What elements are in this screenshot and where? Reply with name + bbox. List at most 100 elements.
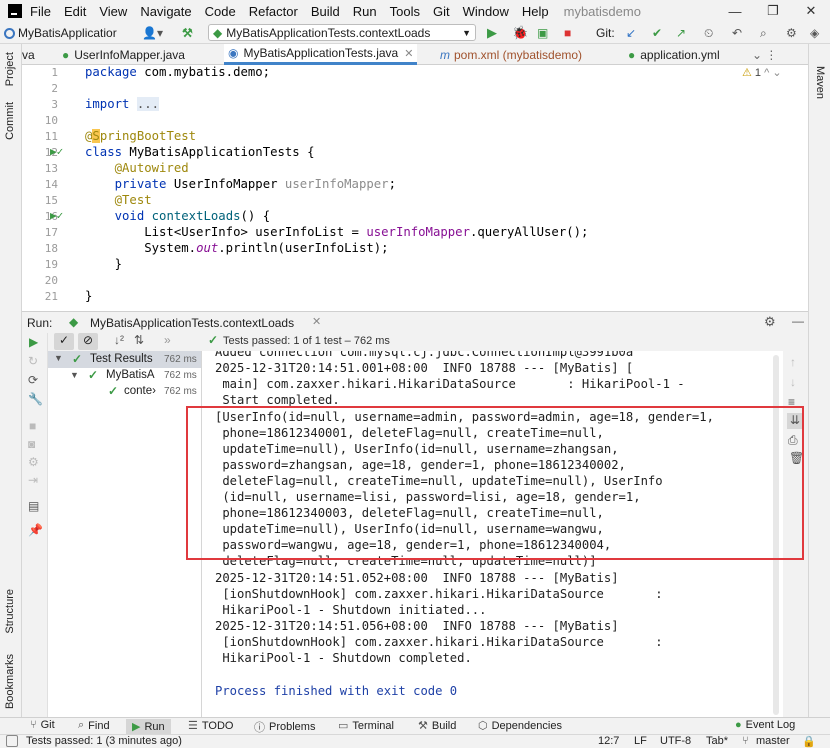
indent-setting[interactable]: Tab* (706, 735, 728, 747)
structure-tool[interactable]: Structure (4, 589, 16, 634)
line-number: 15 (44, 194, 58, 207)
minimize-button[interactable]: — (722, 0, 748, 22)
menu-run[interactable]: Run (353, 4, 377, 19)
git-update-icon[interactable]: ↙ (626, 25, 636, 41)
show-ignored-icon[interactable]: ⊘ (78, 333, 98, 350)
pin-icon[interactable]: 📌 (28, 523, 43, 537)
menu-refactor[interactable]: Refactor (249, 4, 298, 19)
toggle-auto-test-icon[interactable]: ⟳ (28, 373, 38, 387)
dependencies-tool-button[interactable]: ⬡ Dependencies (478, 719, 562, 733)
stop-icon[interactable]: ■ (29, 419, 36, 433)
git-commit-icon[interactable]: ✔ (652, 25, 662, 41)
code-editor[interactable]: 1 package com.mybatis.demo; 2 3 import .… (22, 65, 808, 310)
line-number: 2 (51, 82, 58, 95)
exit-icon[interactable]: ⇥ (28, 473, 38, 487)
rerun-icon[interactable]: ▶ (29, 335, 38, 349)
stop-icon[interactable]: ■ (564, 25, 571, 41)
console-line: Start completed. (215, 393, 340, 407)
tab-overflow-icon[interactable]: ⌄ ⋮ (752, 44, 777, 65)
minimize-panel-icon[interactable]: — (792, 314, 804, 328)
file-encoding[interactable]: UTF-8 (660, 735, 691, 747)
maximize-button[interactable]: ❐ (760, 0, 786, 22)
coverage-icon[interactable]: ▣ (537, 25, 548, 41)
menu-code[interactable]: Code (205, 4, 236, 19)
run-method-gutter-icon[interactable]: ▶✓ (50, 209, 63, 222)
camera-icon[interactable]: ◙ (28, 437, 35, 451)
run-tab-title[interactable]: MyBatisApplicationTests.contextLoads (90, 316, 294, 330)
menu-view[interactable]: View (99, 4, 127, 19)
menu-file[interactable]: File (30, 4, 51, 19)
user-icon[interactable]: 👤▾ (142, 25, 163, 41)
close-tab-icon[interactable]: ✕ (404, 47, 413, 60)
git-branch[interactable]: master (756, 735, 790, 747)
run-side-icons: ▶ ↻ ⟳ 🔧 ■ ◙ ⚙ ⇥ ▤ 📌 (22, 333, 48, 717)
plugin-icon[interactable]: ◈ (810, 25, 819, 41)
tree-item-label[interactable]: MyBatisA (106, 369, 155, 381)
dump-threads-icon[interactable]: ⚙ (28, 455, 39, 469)
console-line: Added connection com.mysql.cj.jdbc.Conne… (215, 351, 634, 359)
chevron-down-icon[interactable]: ▼ (70, 370, 79, 380)
tab-mybatisapplicationtests[interactable]: ◉ MyBatisApplicationTests.java ✕ (224, 44, 418, 65)
search-icon[interactable]: ⌕ (760, 25, 767, 41)
project-selector[interactable]: MyBatisApplicatior (4, 25, 117, 41)
tree-item-label[interactable]: Test Results (90, 353, 153, 365)
menu-navigate[interactable]: Navigate (140, 4, 191, 19)
problems-tool-button[interactable]: ⓘ Problems (254, 719, 315, 735)
bookmarks-tool[interactable]: Bookmarks (4, 654, 16, 709)
cursor-position[interactable]: 12:7 (598, 735, 619, 747)
event-log-tool-button[interactable]: ● Event Log (735, 719, 795, 731)
warning-icon[interactable]: ⚠ 1 ^ ⌄ (742, 66, 782, 79)
git-push-icon[interactable]: ↗ (676, 25, 686, 41)
menu-tools[interactable]: Tools (390, 4, 420, 19)
run-icon: ▶ (132, 721, 141, 733)
sort-duration-icon[interactable]: ⇅ (134, 333, 144, 347)
line-separator[interactable]: LF (634, 735, 647, 747)
layout-icon[interactable]: ▤ (28, 499, 39, 513)
find-tool-button[interactable]: ⌕ Find (78, 719, 110, 732)
close-button[interactable]: ✕ (798, 0, 824, 22)
todo-tool-button[interactable]: ☰ TODO (188, 719, 233, 733)
menu-build[interactable]: Build (311, 4, 340, 19)
tab-va[interactable]: va (22, 44, 35, 65)
tab-application-yml[interactable]: ● application.yml (628, 44, 720, 65)
tab-userinfomapper[interactable]: ● UserInfoMapper.java (62, 44, 185, 65)
show-passed-icon[interactable]: ✓ (54, 333, 74, 350)
code-line-21: } (85, 289, 93, 303)
status-message[interactable]: Tests passed: 1 (3 minutes ago) (26, 735, 182, 747)
close-run-tab-icon[interactable]: ✕ (312, 315, 321, 328)
git-tool-button[interactable]: ⑂ Git (30, 719, 55, 731)
commit-tool[interactable]: Commit (4, 102, 16, 140)
run-config-selector[interactable]: ◆ MyBatisApplicationTests.contextLoads ▼ (208, 24, 476, 41)
arrow-down-icon[interactable]: ↓ (790, 375, 796, 389)
terminal-tool-button[interactable]: ▭ Terminal (338, 719, 394, 733)
history-icon[interactable]: ⏲ (704, 25, 713, 41)
tree-item-label[interactable]: conte› (124, 385, 156, 397)
chevron-down-icon[interactable]: ▼ (54, 353, 63, 363)
project-tool[interactable]: Project (4, 52, 16, 86)
lock-icon[interactable]: 🔒 (802, 735, 816, 748)
arrow-up-icon[interactable]: ↑ (790, 355, 796, 369)
sort-alpha-icon[interactable]: ↓² (114, 333, 124, 347)
project-icon (4, 27, 15, 39)
build-tool-button[interactable]: ⚒ Build (418, 719, 456, 733)
wrench-icon[interactable]: 🔧 (28, 392, 43, 406)
panel-toggle-icon[interactable] (6, 735, 18, 747)
run-test-gutter-icon[interactable]: ▶✓ (50, 145, 63, 158)
run-tool-button[interactable]: ▶ Run (126, 719, 171, 734)
tab-pom-xml[interactable]: m pom.xml (mybatisdemo) (440, 44, 582, 65)
rerun-failed-icon[interactable]: ↻ (28, 354, 38, 368)
menu-help[interactable]: Help (522, 4, 549, 19)
revert-icon[interactable]: ↶ (732, 25, 742, 41)
gear-icon[interactable]: ⚙ (786, 25, 797, 41)
tree-item-time: 762 ms (164, 354, 197, 365)
menu-window[interactable]: Window (463, 4, 509, 19)
maven-tool[interactable]: Maven (814, 66, 826, 99)
run-icon[interactable]: ▶ (487, 25, 497, 41)
gear-icon[interactable]: ⚙ (764, 314, 776, 330)
expand-more-icon[interactable]: » (164, 333, 171, 347)
tree-item-time: 762 ms (164, 386, 197, 397)
debug-icon[interactable]: 🐞 (512, 25, 528, 41)
hammer-icon[interactable]: ⚒ (182, 25, 193, 41)
menu-edit[interactable]: Edit (64, 4, 86, 19)
menu-git[interactable]: Git (433, 4, 450, 19)
